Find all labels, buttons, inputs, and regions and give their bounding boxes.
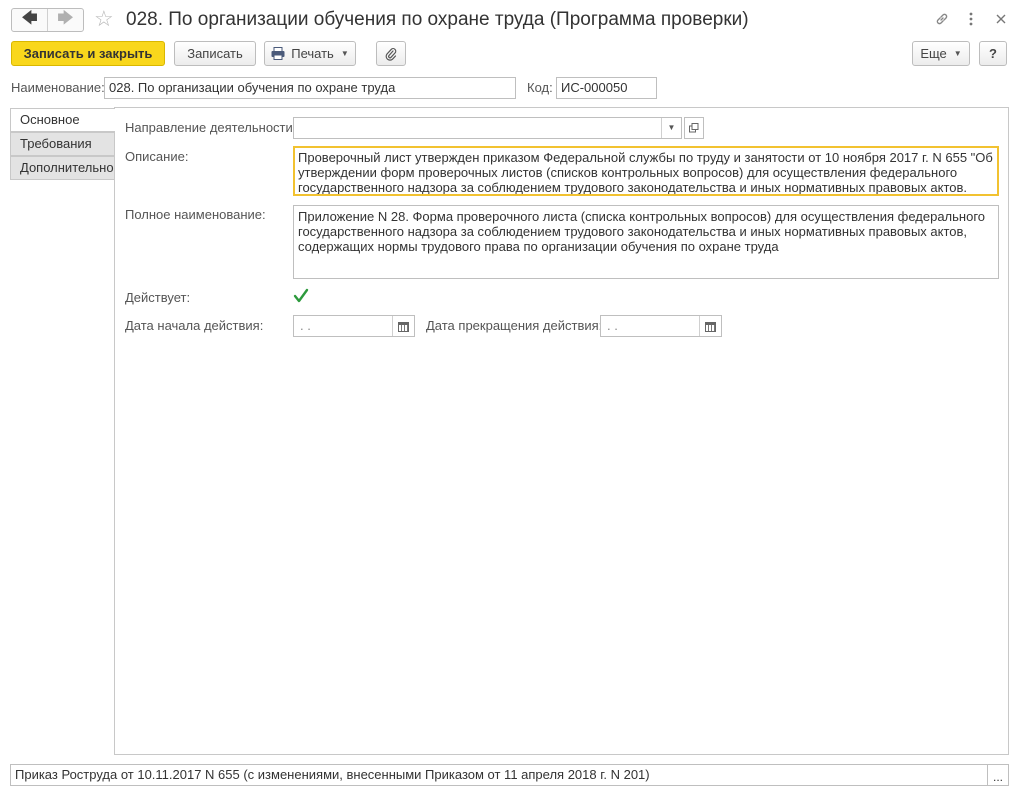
direction-dropdown-button[interactable]: ▼ bbox=[661, 118, 681, 138]
direction-open-button[interactable] bbox=[684, 117, 704, 139]
tab-requirements[interactable]: Требования bbox=[10, 132, 114, 156]
close-icon[interactable] bbox=[990, 8, 1012, 30]
help-button[interactable]: ? bbox=[979, 41, 1007, 66]
star-icon[interactable]: ☆ bbox=[94, 6, 114, 32]
tab-main[interactable]: Основное bbox=[10, 108, 115, 132]
chevron-down-icon: ▼ bbox=[667, 123, 676, 132]
basis-input[interactable]: Приказ Роструда от 10.11.2017 N 655 (с и… bbox=[10, 764, 988, 786]
more-vertical-icon[interactable] bbox=[960, 8, 982, 30]
back-button[interactable]: 🡄 bbox=[12, 9, 47, 31]
end-date-calendar-button[interactable] bbox=[699, 316, 721, 336]
chevron-down-icon: ▼ bbox=[953, 49, 962, 58]
direction-label: Направление деятельности: bbox=[125, 120, 297, 135]
active-checkbox[interactable] bbox=[293, 288, 309, 309]
start-date-input[interactable]: . . bbox=[293, 315, 415, 337]
end-date-label: Дата прекращения действия: bbox=[426, 318, 603, 333]
full-name-label: Полное наименование: bbox=[125, 207, 266, 222]
start-date-label: Дата начала действия: bbox=[125, 318, 264, 333]
window-title: 028. По организации обучения по охране т… bbox=[126, 9, 749, 30]
code-input[interactable]: ИС-000050 bbox=[556, 77, 657, 99]
open-window-icon bbox=[689, 123, 699, 133]
link-icon[interactable] bbox=[931, 8, 953, 30]
save-and-close-button[interactable]: Записать и закрыть bbox=[11, 41, 165, 66]
calendar-icon bbox=[398, 321, 409, 332]
direction-input[interactable]: ▼ bbox=[293, 117, 682, 139]
save-button[interactable]: Записать bbox=[174, 41, 256, 66]
code-label: Код: bbox=[527, 80, 553, 95]
start-date-value: . . bbox=[300, 318, 311, 333]
more-button[interactable]: Еще ▼ bbox=[912, 41, 970, 66]
paperclip-icon bbox=[385, 47, 397, 61]
more-button-label: Еще bbox=[920, 46, 947, 61]
calendar-icon bbox=[705, 321, 716, 332]
basis-select-button[interactable]: ... bbox=[988, 764, 1009, 786]
end-date-input[interactable]: . . bbox=[600, 315, 722, 337]
name-input[interactable]: 028. По организации обучения по охране т… bbox=[104, 77, 516, 99]
end-date-value: . . bbox=[607, 318, 618, 333]
arrow-right-icon: 🡆 bbox=[57, 9, 74, 27]
chevron-down-icon: ▼ bbox=[340, 49, 349, 58]
forward-button[interactable]: 🡆 bbox=[47, 9, 83, 31]
arrow-left-icon: 🡄 bbox=[21, 9, 38, 27]
full-name-textarea[interactable]: Приложение N 28. Форма проверочного лист… bbox=[293, 205, 999, 279]
attach-button[interactable] bbox=[376, 41, 406, 66]
navigation-buttons: 🡄 🡆 bbox=[11, 8, 84, 32]
start-date-calendar-button[interactable] bbox=[392, 316, 414, 336]
tab-additional[interactable]: Дополнительно bbox=[10, 156, 114, 180]
printer-icon bbox=[271, 47, 285, 60]
description-textarea[interactable]: Проверочный лист утвержден приказом Феде… bbox=[293, 146, 999, 196]
name-label: Наименование: bbox=[11, 80, 105, 95]
description-label: Описание: bbox=[125, 149, 189, 164]
print-button-label: Печать bbox=[291, 46, 334, 61]
active-label: Действует: bbox=[125, 290, 191, 305]
print-button[interactable]: Печать ▼ bbox=[264, 41, 356, 66]
checkmark-icon bbox=[293, 288, 309, 303]
